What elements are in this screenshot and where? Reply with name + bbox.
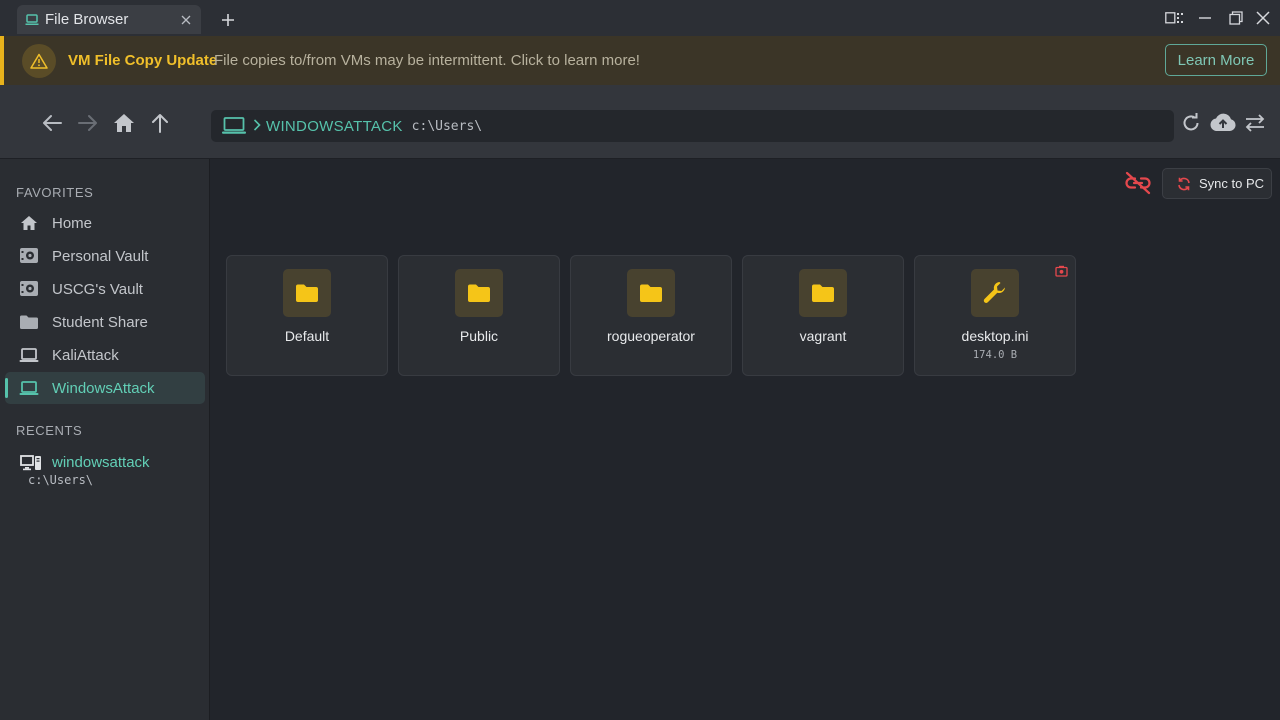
file-name: Public bbox=[459, 328, 499, 344]
laptop-icon bbox=[25, 13, 39, 27]
sidebar-item-windowsattack[interactable]: WindowsAttack bbox=[5, 372, 205, 404]
home-icon bbox=[19, 214, 39, 232]
laptop-icon bbox=[19, 346, 39, 364]
sidebar-item-label: Personal Vault bbox=[52, 247, 149, 265]
snap-layout-icon[interactable] bbox=[1164, 8, 1186, 28]
path-directory[interactable]: c:\Users\ bbox=[412, 119, 482, 134]
camera-badge-icon[interactable] bbox=[1054, 264, 1068, 278]
file-tile-rogueoperator[interactable]: rogueoperator bbox=[570, 255, 732, 376]
notification-banner[interactable]: VM File Copy Update File copies to/from … bbox=[0, 36, 1280, 85]
sidebar-item-label: Home bbox=[52, 214, 93, 232]
desktop-computer-icon bbox=[20, 455, 42, 471]
folder-icon bbox=[455, 269, 503, 317]
recents-heading: RECENTS bbox=[16, 423, 83, 438]
folder-icon bbox=[799, 269, 847, 317]
tab-title: File Browser bbox=[45, 11, 129, 28]
sync-icon bbox=[1177, 177, 1191, 191]
restore-icon[interactable] bbox=[1225, 8, 1247, 28]
file-size: 174.0 B bbox=[972, 349, 1018, 361]
laptop-icon bbox=[221, 116, 247, 136]
sidebar-item-label: Student Share bbox=[52, 313, 148, 331]
sidebar-item-personal-vault[interactable]: Personal Vault bbox=[5, 240, 205, 272]
back-icon[interactable] bbox=[40, 111, 64, 135]
wrench-icon bbox=[971, 269, 1019, 317]
chevron-right-icon bbox=[253, 118, 261, 134]
forward-icon[interactable] bbox=[76, 111, 100, 135]
recent-item-path: c:\Users\ bbox=[28, 473, 94, 487]
tab-file-browser[interactable]: File Browser bbox=[17, 5, 201, 34]
upload-cloud-icon[interactable] bbox=[1209, 111, 1237, 135]
minimize-icon[interactable] bbox=[1194, 8, 1216, 28]
file-tile-desktop-ini[interactable]: desktop.ini 174.0 B bbox=[914, 255, 1076, 376]
file-name: vagrant bbox=[799, 328, 847, 344]
vault-icon bbox=[19, 247, 39, 265]
sidebar-item-student-share[interactable]: Student Share bbox=[5, 306, 205, 338]
refresh-icon[interactable] bbox=[1179, 111, 1203, 135]
sidebar-item-label: WindowsAttack bbox=[52, 379, 155, 397]
laptop-icon bbox=[19, 379, 39, 397]
file-tile-vagrant[interactable]: vagrant bbox=[742, 255, 904, 376]
sidebar-item-label: KaliAttack bbox=[52, 346, 119, 364]
sidebar: FAVORITES Home Personal Vault USCG's Vau… bbox=[0, 159, 210, 720]
sidebar-item-uscg-vault[interactable]: USCG's Vault bbox=[5, 273, 205, 305]
title-bar: File Browser bbox=[0, 0, 1280, 36]
folder-icon bbox=[283, 269, 331, 317]
favorites-heading: FAVORITES bbox=[16, 185, 94, 200]
new-tab-button[interactable] bbox=[220, 12, 236, 28]
sidebar-item-label: USCG's Vault bbox=[52, 280, 143, 298]
banner-message: File copies to/from VMs may be intermitt… bbox=[214, 52, 640, 69]
learn-more-button[interactable]: Learn More bbox=[1165, 44, 1267, 76]
file-name: desktop.ini bbox=[961, 328, 1029, 344]
file-name: Default bbox=[284, 328, 330, 344]
sidebar-item-home[interactable]: Home bbox=[5, 207, 205, 239]
path-machine[interactable]: WINDOWSATTACK bbox=[266, 118, 403, 135]
navigation-bar: WINDOWSATTACK c:\Users\ bbox=[0, 85, 1280, 159]
transfer-icon[interactable] bbox=[1243, 111, 1267, 135]
warning-icon bbox=[22, 44, 56, 78]
vault-icon bbox=[19, 280, 39, 298]
sync-to-pc-button[interactable]: Sync to PC bbox=[1162, 168, 1272, 199]
home-icon[interactable] bbox=[112, 111, 136, 135]
folder-icon bbox=[19, 313, 39, 331]
sync-button-label: Sync to PC bbox=[1199, 176, 1265, 191]
file-tile-default[interactable]: Default bbox=[226, 255, 388, 376]
address-bar[interactable]: WINDOWSATTACK c:\Users\ bbox=[211, 110, 1174, 142]
unlink-icon[interactable] bbox=[1124, 170, 1152, 196]
file-name: rogueoperator bbox=[607, 328, 695, 344]
folder-icon bbox=[627, 269, 675, 317]
tab-close-icon[interactable] bbox=[179, 13, 193, 27]
file-tile-public[interactable]: Public bbox=[398, 255, 560, 376]
close-icon[interactable] bbox=[1252, 8, 1274, 28]
banner-title: VM File Copy Update bbox=[68, 52, 218, 69]
recent-item-name[interactable]: windowsattack bbox=[52, 454, 150, 471]
sidebar-item-kaliattack[interactable]: KaliAttack bbox=[5, 339, 205, 371]
up-icon[interactable] bbox=[148, 111, 172, 135]
